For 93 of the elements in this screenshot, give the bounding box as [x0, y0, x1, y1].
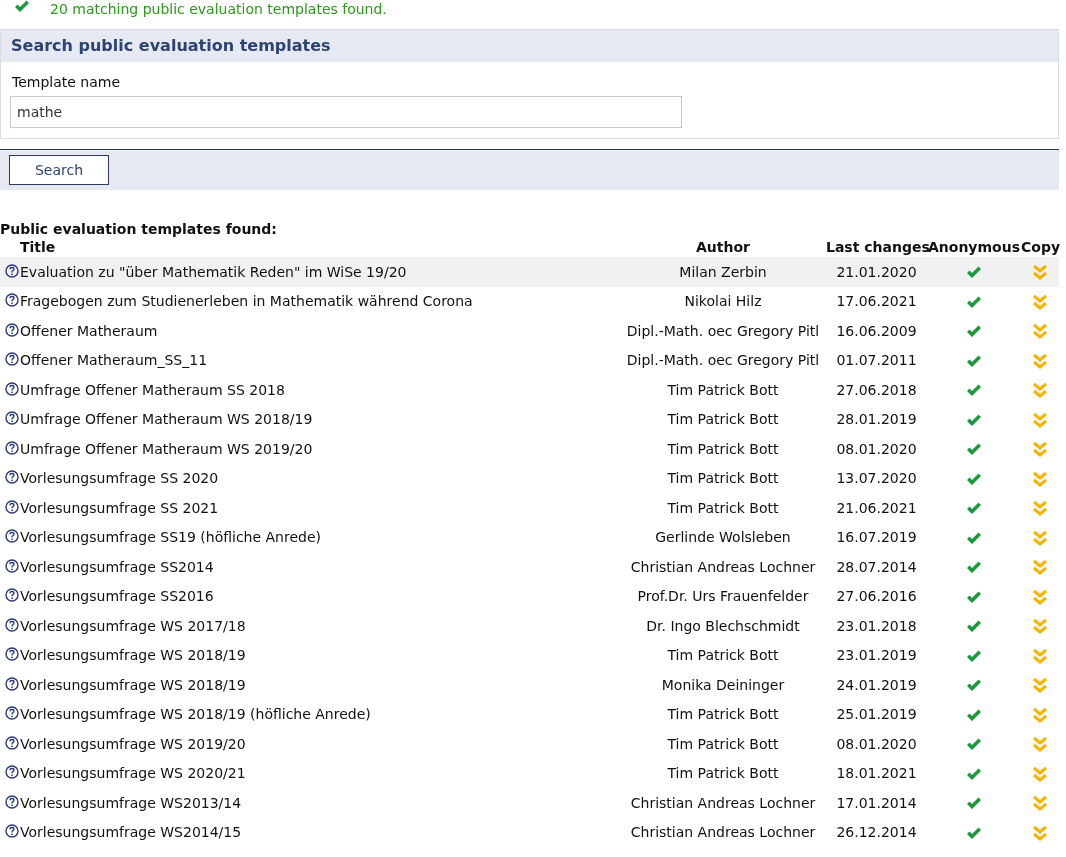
- help-icon[interactable]: [5, 381, 19, 396]
- help-icon[interactable]: [5, 647, 19, 662]
- help-icon[interactable]: [5, 765, 19, 780]
- search-button[interactable]: Search: [9, 155, 109, 185]
- author-cell: Prof.Dr. Urs Frauenfelder: [637, 588, 809, 605]
- help-icon[interactable]: [5, 676, 19, 691]
- date-cell: 21.01.2020: [836, 263, 917, 280]
- help-icon[interactable]: [5, 529, 19, 544]
- author-cell: Tim Patrick Bott: [667, 381, 779, 398]
- results-heading: Public evaluation templates found:: [0, 221, 278, 237]
- help-icon[interactable]: [5, 706, 19, 721]
- date-cell: 16.06.2009: [836, 322, 917, 339]
- help-icon[interactable]: [5, 263, 19, 278]
- template-title: Evaluation zu "über Mathematik Reden" im WiSe 19/20: [20, 263, 407, 280]
- help-icon[interactable]: [5, 735, 19, 750]
- author-cell: Tim Patrick Bott: [667, 735, 779, 752]
- author-cell: Dipl.-Math. oec Gregory Pitl: [626, 352, 820, 369]
- column-header: Last changes: [826, 239, 930, 255]
- template-title: Vorlesungsumfrage SS2014: [20, 558, 214, 575]
- help-icon[interactable]: [5, 293, 19, 308]
- author-cell: Tim Patrick Bott: [667, 706, 779, 723]
- date-cell: 27.06.2016: [836, 588, 917, 605]
- date-cell: 27.06.2018: [836, 381, 917, 398]
- help-icon[interactable]: [5, 617, 19, 632]
- author-cell: Gerlinde Wolsleben: [655, 529, 791, 546]
- date-cell: 01.07.2011: [836, 352, 917, 369]
- date-cell: 24.01.2019: [836, 676, 917, 693]
- author-cell: Dr. Ingo Blechschmidt: [646, 617, 800, 634]
- template-title: Umfrage Offener Matheraum WS 2018/19: [20, 411, 313, 428]
- date-cell: 28.07.2014: [836, 558, 917, 575]
- column-header: Copy: [1021, 239, 1061, 255]
- date-cell: 21.06.2021: [836, 499, 917, 516]
- column-header: Author: [696, 239, 750, 255]
- date-cell: 23.01.2018: [836, 617, 917, 634]
- author-cell: Milan Zerbin: [679, 263, 767, 280]
- date-cell: 28.01.2019: [836, 411, 917, 428]
- date-cell: 18.01.2021: [836, 765, 917, 782]
- date-cell: 13.07.2020: [836, 470, 917, 487]
- author-cell: Tim Patrick Bott: [667, 647, 779, 664]
- column-header: Title: [20, 239, 56, 255]
- template-title: Vorlesungsumfrage WS2013/14: [20, 794, 242, 811]
- help-icon[interactable]: [5, 558, 19, 573]
- author-cell: Tim Patrick Bott: [667, 411, 779, 428]
- date-cell: 08.01.2020: [836, 735, 917, 752]
- template-title: Vorlesungsumfrage SS2016: [20, 588, 214, 605]
- author-cell: Tim Patrick Bott: [667, 765, 779, 782]
- author-cell: Monika Deininger: [661, 676, 785, 693]
- template-title: Vorlesungsumfrage SS 2021: [20, 499, 219, 516]
- help-icon[interactable]: [5, 440, 19, 455]
- author-cell: Christian Andreas Lochner: [630, 824, 816, 841]
- template-title: Offener Matheraum_SS_11: [20, 352, 208, 369]
- template-title: Umfrage Offener Matheraum WS 2019/20: [20, 440, 313, 457]
- help-icon[interactable]: [5, 588, 19, 603]
- help-icon[interactable]: [5, 352, 19, 367]
- checkmark-icon: [14, 0, 30, 13]
- table-row[interactable]: Evaluation zu "über Mathematik Reden" im WiSe 19/20 Milan Zerbin 21.01.2020: [0, 257, 1059, 287]
- panel-title: Search public evaluation templates: [1, 30, 1058, 62]
- template-title: Vorlesungsumfrage WS 2018/19: [20, 647, 246, 664]
- author-cell: Nikolai Hilz: [684, 293, 762, 310]
- column-header: Anonymous: [928, 239, 1020, 255]
- date-cell: 26.12.2014: [836, 824, 917, 841]
- date-cell: 25.01.2019: [836, 706, 917, 723]
- template-title: Vorlesungsumfrage WS 2019/20: [20, 735, 246, 752]
- template-title: Offener Matheraum: [20, 322, 158, 339]
- template-title: Vorlesungsumfrage SS19 (höfliche Anrede): [20, 529, 321, 546]
- author-cell: Tim Patrick Bott: [667, 440, 779, 457]
- template-title: Vorlesungsumfrage SS 2020: [20, 470, 219, 487]
- template-title: Vorlesungsumfrage WS 2018/19: [20, 676, 246, 693]
- field-label: Template name: [12, 74, 122, 90]
- help-icon[interactable]: [5, 411, 19, 426]
- author-cell: Tim Patrick Bott: [667, 470, 779, 487]
- date-cell: 08.01.2020: [836, 440, 917, 457]
- date-cell: 17.06.2021: [836, 293, 917, 310]
- author-cell: Tim Patrick Bott: [667, 499, 779, 516]
- author-cell: Christian Andreas Lochner: [630, 794, 816, 811]
- template-title: Vorlesungsumfrage WS 2017/18: [20, 617, 246, 634]
- template-title: Vorlesungsumfrage WS2014/15: [20, 824, 242, 841]
- template-title: Fragebogen zum Studienerleben in Mathematik während Corona: [20, 293, 473, 310]
- help-icon[interactable]: [5, 322, 19, 337]
- template-title: Vorlesungsumfrage WS 2018/19 (höfliche Anrede): [20, 706, 371, 723]
- author-cell: Dipl.-Math. oec Gregory Pitl: [626, 322, 820, 339]
- author-cell: Christian Andreas Lochner: [630, 558, 816, 575]
- date-cell: 16.07.2019: [836, 529, 917, 546]
- success-message: 20 matching public evaluation templates found.: [50, 0, 387, 18]
- help-icon[interactable]: [5, 824, 19, 839]
- help-icon[interactable]: [5, 499, 19, 514]
- date-cell: 23.01.2019: [836, 647, 917, 664]
- template-title: Vorlesungsumfrage WS 2020/21: [20, 765, 246, 782]
- template-title: Umfrage Offener Matheraum SS 2018: [20, 381, 285, 398]
- template-name-field[interactable]: mathe: [10, 96, 682, 128]
- help-icon[interactable]: [5, 794, 19, 809]
- help-icon[interactable]: [5, 470, 19, 485]
- date-cell: 17.01.2014: [836, 794, 917, 811]
